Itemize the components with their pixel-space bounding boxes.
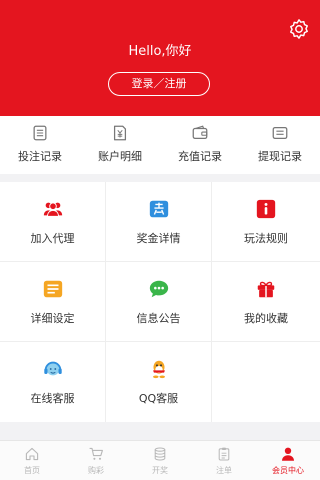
tab-label: 首页	[24, 466, 40, 475]
card-icon	[272, 126, 288, 140]
bottom-tab-bar: 首页 购彩 开奖 注单 会员中心	[0, 440, 320, 480]
menu-item-label: 我的收藏	[244, 312, 288, 325]
quick-links: 投注记录 账户明细 充值记录 提现记录	[0, 116, 320, 174]
qq-icon	[152, 360, 165, 379]
chat-icon	[149, 280, 168, 298]
cart-icon	[89, 447, 103, 460]
yuan-note-icon	[113, 125, 127, 141]
profile-header: Hello,你好 登录／注册	[0, 0, 320, 116]
tab-home[interactable]: 首页	[0, 441, 64, 480]
login-register-button[interactable]: 登录／注册	[108, 72, 210, 96]
menu-item-notices[interactable]: 信息公告	[106, 262, 212, 342]
menu-grid: 加入代理 奖金详情 玩法规则 详细设定 信息公告 我的收藏 在线客服 QQ客服	[0, 182, 320, 422]
tab-label: 开奖	[152, 466, 168, 475]
menu-item-label: 奖金详情	[136, 232, 181, 245]
menu-item-detail-settings[interactable]: 详细设定	[0, 262, 106, 342]
menu-item-label: 信息公告	[136, 312, 181, 325]
menu-item-game-rules[interactable]: 玩法规则	[212, 182, 320, 262]
home-icon	[25, 447, 39, 461]
tab-buy-lottery[interactable]: 购彩	[64, 441, 128, 480]
clipboard-icon	[218, 447, 230, 461]
headset-icon	[43, 361, 62, 376]
tab-label: 购彩	[88, 466, 104, 475]
tab-label: 注单	[216, 466, 232, 475]
menu-item-label: 玩法规则	[244, 232, 288, 245]
gear-icon[interactable]	[288, 18, 310, 40]
quick-link-withdraw-records[interactable]: 提现记录	[240, 116, 320, 174]
reward-icon	[149, 200, 168, 218]
quick-link-label: 充值记录	[178, 150, 222, 163]
tab-label: 会员中心	[272, 466, 304, 475]
user-icon	[282, 447, 294, 461]
info-icon	[256, 199, 276, 219]
document-icon	[33, 125, 47, 141]
tab-bet-slips[interactable]: 注单	[192, 441, 256, 480]
menu-item-bonus-details[interactable]: 奖金详情	[106, 182, 212, 262]
menu-empty-cell	[212, 342, 320, 422]
menu-item-online-service[interactable]: 在线客服	[0, 342, 106, 422]
quick-link-label: 账户明细	[98, 150, 142, 163]
wallet-icon	[192, 125, 208, 140]
quick-link-bet-records[interactable]: 投注记录	[0, 116, 80, 174]
settings-list-icon	[43, 280, 62, 298]
database-icon	[154, 447, 166, 461]
users-icon	[43, 202, 62, 217]
greeting-text: Hello,你好	[128, 44, 192, 59]
quick-link-account-details[interactable]: 账户明细	[80, 116, 160, 174]
menu-item-label: 在线客服	[30, 392, 75, 405]
menu-item-label: 详细设定	[30, 312, 75, 325]
quick-link-label: 投注记录	[18, 150, 62, 163]
menu-item-label: QQ客服	[138, 392, 179, 405]
menu-item-qq-service[interactable]: QQ客服	[106, 342, 212, 422]
tab-draw-results[interactable]: 开奖	[128, 441, 192, 480]
tab-member-center[interactable]: 会员中心	[256, 441, 320, 480]
menu-item-label: 加入代理	[30, 232, 75, 245]
menu-item-join-agent[interactable]: 加入代理	[0, 182, 106, 262]
quick-link-recharge-records[interactable]: 充值记录	[160, 116, 240, 174]
quick-link-label: 提现记录	[258, 150, 302, 163]
menu-item-my-favorites[interactable]: 我的收藏	[212, 262, 320, 342]
gift-icon	[257, 281, 275, 298]
